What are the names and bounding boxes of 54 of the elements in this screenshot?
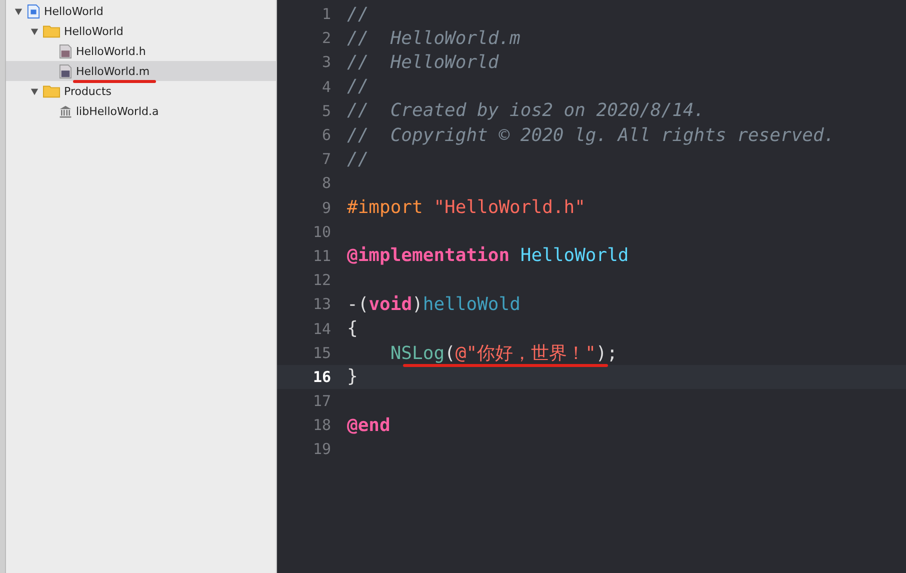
code-line: } xyxy=(347,366,358,388)
disclosure-triangle-icon[interactable] xyxy=(30,86,39,96)
code-line: @implementation HelloWorld xyxy=(347,245,629,266)
code-line: @end xyxy=(347,414,390,436)
line-number: 15 xyxy=(312,344,332,362)
line-number: 17 xyxy=(312,392,332,410)
code-line: -(void)helloWold xyxy=(347,294,520,315)
file-name: HelloWorld xyxy=(64,24,124,38)
file-name: HelloWorld.h xyxy=(76,44,146,58)
code-line: // xyxy=(347,76,369,98)
code-line: // Copyright © 2020 lg. All rights reserved. xyxy=(347,124,835,146)
line-number: 2 xyxy=(320,29,332,48)
line-number: 16 xyxy=(312,368,332,386)
code-line: // HelloWorld xyxy=(347,52,499,73)
line-number: 12 xyxy=(312,271,332,290)
file-icon xyxy=(59,44,72,58)
code-line: // Created by ios2 on 2020/8/14. xyxy=(347,100,705,122)
file-tree-item[interactable]: Products xyxy=(6,81,276,101)
line-number: 10 xyxy=(312,222,332,241)
disclosure-triangle-icon[interactable] xyxy=(30,26,39,36)
file-name: libHelloWorld.a xyxy=(76,104,159,118)
file-name: HelloWorld.m xyxy=(76,64,150,78)
file-name: Products xyxy=(64,84,112,98)
file-tree-item[interactable]: HelloWorld.m xyxy=(6,61,276,81)
line-number: 13 xyxy=(312,295,332,314)
line-number: 7 xyxy=(320,150,332,168)
line-number: 8 xyxy=(320,174,332,192)
disclosure-triangle-icon[interactable] xyxy=(14,6,23,16)
code-line: NSLog(@"你好，世界！"); xyxy=(389,342,618,364)
file-tree-item[interactable]: HelloWorld xyxy=(6,1,276,21)
line-number: 11 xyxy=(312,246,332,265)
line-number: 9 xyxy=(320,198,332,217)
code-line: // HelloWorld.m xyxy=(347,28,520,49)
file-name: HelloWorld xyxy=(44,4,104,18)
code-line: { xyxy=(347,318,358,340)
line-number: 6 xyxy=(320,126,332,144)
code-line: // xyxy=(347,148,369,170)
line-number: 19 xyxy=(312,440,332,458)
code-line: #import "HelloWorld.h" xyxy=(347,197,586,218)
folder-icon xyxy=(43,84,60,98)
line-number: 5 xyxy=(320,102,332,120)
code-line: // xyxy=(347,4,369,25)
library-icon xyxy=(59,104,72,118)
line-number: 18 xyxy=(312,416,332,434)
file-tree-item[interactable]: HelloWorld.h xyxy=(6,41,276,61)
line-number: 1 xyxy=(320,5,332,24)
line-number: 14 xyxy=(312,320,332,338)
file-tree-item[interactable]: HelloWorld xyxy=(6,21,276,41)
line-number: 3 xyxy=(320,53,332,72)
folder-icon xyxy=(43,24,60,38)
file-icon xyxy=(59,64,72,78)
file-tree-item[interactable]: libHelloWorld.a xyxy=(6,101,276,121)
line-number: 4 xyxy=(320,78,332,96)
document-icon xyxy=(27,4,40,18)
